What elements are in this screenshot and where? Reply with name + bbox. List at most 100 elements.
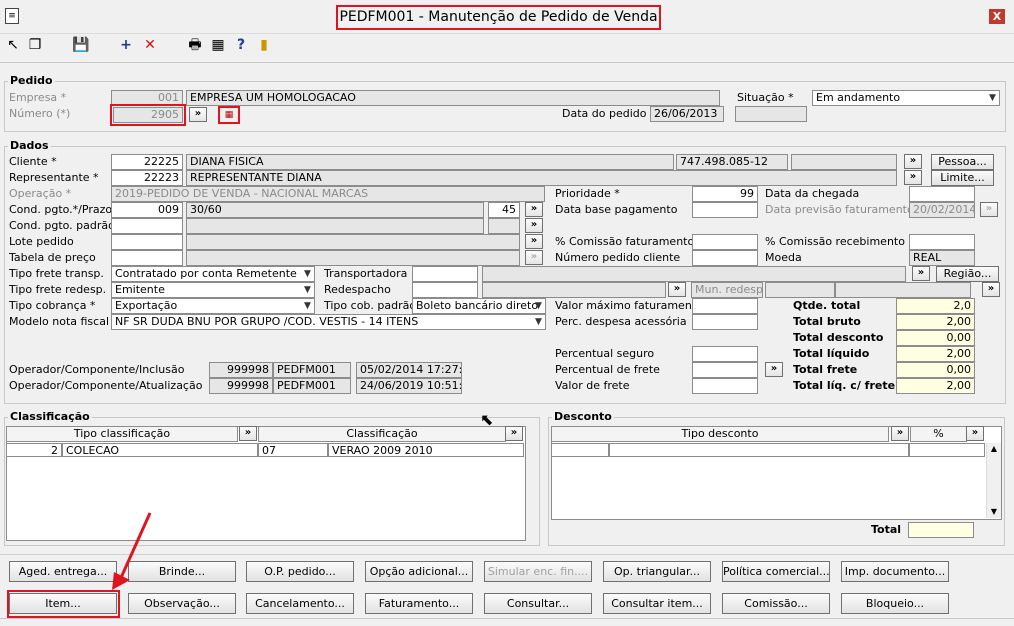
col-header-tipo-desconto[interactable]: Tipo desconto — [551, 426, 889, 442]
add-icon[interactable]: + — [118, 37, 134, 53]
door-exit-icon[interactable]: ▮ — [256, 37, 272, 53]
regiao-button[interactable]: Região... — [936, 266, 999, 282]
data-chegada-field[interactable] — [909, 186, 975, 202]
cancelamento-button[interactable]: Cancelamento... — [246, 593, 354, 614]
lote-pedido-desc-field — [186, 234, 520, 250]
percentual-seguro-field[interactable] — [692, 346, 758, 362]
op-inclusao-comp-field: PEDFM001 — [273, 362, 351, 378]
redespacho-search-button[interactable]: » — [668, 282, 686, 297]
mun-redesp-field: Mun. redesp. — [691, 282, 763, 298]
representante-search-button[interactable]: » — [904, 170, 922, 185]
tipo-classificacao-search-button[interactable]: » — [239, 426, 257, 441]
redespacho-code-field[interactable] — [412, 282, 478, 298]
bloqueio-button[interactable]: Bloqueio... — [841, 593, 949, 614]
prioridade-field[interactable]: 99 — [692, 186, 758, 202]
help-icon[interactable]: ? — [233, 37, 249, 53]
cliente-search-button[interactable]: » — [904, 154, 922, 169]
desconto-row-cell-3[interactable] — [909, 443, 985, 457]
tabela-preco-search-button[interactable]: » — [525, 250, 543, 265]
classificacao-search-button[interactable]: » — [505, 426, 523, 441]
comissao-rec-field[interactable] — [909, 234, 975, 250]
scroll-down-icon[interactable]: ▼ — [987, 506, 1001, 518]
row-num: 2 — [6, 443, 62, 457]
cond-pgto-code-field[interactable]: 009 — [111, 202, 183, 218]
moeda-label: Moeda — [765, 251, 802, 264]
mun-redesp-search-button[interactable]: » — [982, 282, 1000, 297]
limite-button[interactable]: Limite... — [931, 170, 994, 186]
toolbar-divider — [0, 62, 1014, 63]
col-header-classificacao[interactable]: Classificação — [258, 426, 506, 442]
save-icon[interactable]: 💾 — [72, 37, 89, 53]
desconto-row-cell-1[interactable] — [551, 443, 609, 457]
frete-search-button[interactable]: » — [765, 362, 783, 377]
pct-search-button[interactable]: » — [966, 426, 984, 441]
total-desconto-field: 0,00 — [896, 330, 975, 346]
numero-pedido-cliente-field[interactable] — [692, 250, 758, 266]
total-liq-frete-label: Total líq. c/ frete — [793, 379, 896, 392]
tipo-frete-select[interactable]: Contratado por conta Remetente (CIF) ▼ — [111, 266, 315, 282]
simular-enc-fin-button[interactable]: Simular enc. fin.... — [484, 561, 592, 582]
tipo-frete-redesp-select[interactable]: Emitente ▼ — [111, 282, 315, 298]
tabela-preco-code-field[interactable] — [111, 250, 183, 266]
valor-frete-field[interactable] — [692, 378, 758, 394]
col-header-pct[interactable]: % — [910, 426, 967, 442]
tipo-cob-padrao-select[interactable]: Boleto bancário direto ▼ — [412, 298, 546, 314]
tipo-desconto-search-button[interactable]: » — [891, 426, 909, 441]
chevron-down-icon: ▼ — [535, 317, 542, 327]
percentual-frete-field[interactable] — [692, 362, 758, 378]
moeda-field: REAL — [909, 250, 975, 266]
windows-icon[interactable]: ❐ — [27, 37, 43, 53]
modelo-nf-select[interactable]: NF SR DUDA BNU POR GRUPO /COD. VESTIS - … — [111, 314, 546, 330]
faturamento-button[interactable]: Faturamento... — [365, 593, 473, 614]
empresa-name-field: EMPRESA UM HOMOLOGACAO — [186, 90, 720, 106]
cond-pgto-padrao-search-button[interactable]: » — [525, 218, 543, 233]
modelo-nf-value: NF SR DUDA BNU POR GRUPO /COD. VESTIS - … — [115, 315, 419, 328]
lote-pedido-code-field[interactable] — [111, 234, 183, 250]
col-header-tipo-classificacao[interactable]: Tipo classificação — [6, 426, 238, 442]
op-inclusao-label: Operador/Componente/Inclusão — [9, 363, 185, 376]
situacao-value: Em andamento — [816, 91, 901, 104]
delete-icon[interactable]: ✕ — [142, 37, 158, 53]
cond-pgto-search-button[interactable]: » — [525, 202, 543, 217]
tipo-frete-value: Contratado por conta Remetente (CIF) — [115, 267, 315, 280]
consultar-button[interactable]: Consultar... — [484, 593, 592, 614]
chevron-down-icon: ▼ — [301, 267, 314, 281]
cond-pgto-prazo-field[interactable]: 45 — [488, 202, 520, 218]
situacao-select[interactable]: Em andamento ▼ — [812, 90, 1000, 106]
consultar-item-button[interactable]: Consultar item... — [603, 593, 711, 614]
print-icon[interactable]: 🖶 — [187, 37, 203, 53]
scrollbar[interactable]: ▲ ▼ — [986, 443, 1001, 518]
o-p-pedido-button[interactable]: O.P. pedido... — [246, 561, 354, 582]
perc-despesa-field[interactable] — [692, 314, 758, 330]
close-button[interactable]: X — [989, 9, 1005, 24]
opcao-adicional-button[interactable]: Opção adicional... — [365, 561, 473, 582]
comissao-fat-field[interactable] — [692, 234, 758, 250]
chevron-down-icon: ▼ — [989, 93, 996, 103]
data-base-pgto-field[interactable] — [692, 202, 758, 218]
calculator-icon[interactable]: ▦ — [210, 37, 226, 53]
imp-documento-button[interactable]: Imp. documento... — [841, 561, 949, 582]
lote-pedido-search-button[interactable]: » — [525, 234, 543, 249]
calendar-icon[interactable]: ▦ — [218, 106, 240, 124]
valor-max-fat-field[interactable] — [692, 298, 758, 314]
desconto-total-field — [908, 522, 974, 538]
lote-pedido-label: Lote pedido — [9, 235, 74, 248]
transportadora-search-button[interactable]: » — [912, 266, 930, 281]
valor-max-fat-label: Valor máximo faturamento — [555, 299, 703, 312]
pessoa-button[interactable]: Pessoa... — [931, 154, 994, 170]
tipo-cobranca-select[interactable]: Exportação ▼ — [111, 298, 315, 314]
comissao-button[interactable]: Comissão... — [722, 593, 830, 614]
politica-comercial-button[interactable]: Política comercial... — [722, 561, 830, 582]
desconto-row-cell-2[interactable] — [609, 443, 909, 457]
exit-icon[interactable]: ↖ — [5, 37, 21, 53]
representante-code-field[interactable]: 22223 — [111, 170, 183, 186]
data-prev-fat-button[interactable]: » — [980, 202, 998, 217]
scroll-up-icon[interactable]: ▲ — [987, 443, 1001, 455]
numero-search-button[interactable]: » — [189, 107, 207, 122]
numero-label: Número (*) — [9, 107, 71, 120]
op-triangular-button[interactable]: Op. triangular... — [603, 561, 711, 582]
transportadora-code-field[interactable] — [412, 266, 478, 282]
cliente-code-field[interactable]: 22225 — [111, 154, 183, 170]
cond-pgto-padrao-code-field[interactable] — [111, 218, 183, 234]
representante-label: Representante * — [9, 171, 99, 184]
